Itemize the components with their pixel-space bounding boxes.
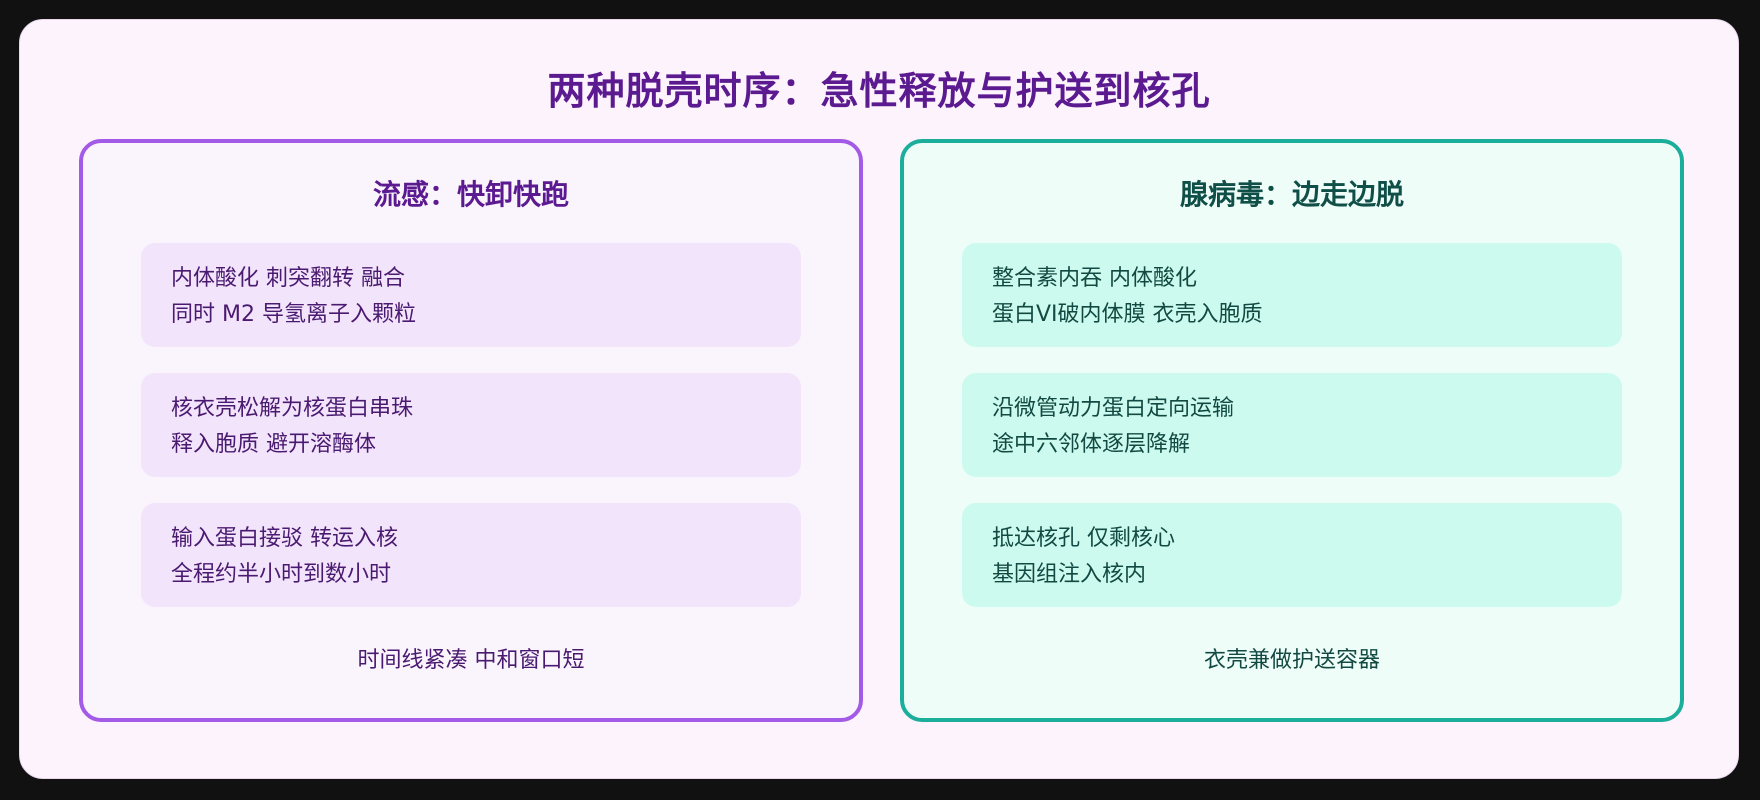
influenza-step-1: 内体酸化 刺突翻转 融合 同时 M2 导氢离子入颗粒 <box>141 243 801 347</box>
step-line: 释入胞质 避开溶酶体 <box>171 432 376 457</box>
step-line: 蛋白VI破内体膜 衣壳入胞质 <box>992 302 1263 327</box>
step-line: 抵达核孔 仅剩核心 <box>992 526 1175 551</box>
step-line: 全程约半小时到数小时 <box>171 562 392 587</box>
panel-title-influenza: 流感：快卸快跑 <box>372 178 569 211</box>
influenza-step-3: 输入蛋白接驳 转运入核 全程约半小时到数小时 <box>141 503 801 607</box>
panel-influenza: 流感：快卸快跑 内体酸化 刺突翻转 融合 同时 M2 导氢离子入颗粒 核衣壳松解… <box>79 139 863 722</box>
panel-adenovirus: 腺病毒：边走边脱 整合素内吞 内体酸化 蛋白VI破内体膜 衣壳入胞质 沿微管动力… <box>900 139 1684 722</box>
adenovirus-step-1: 整合素内吞 内体酸化 蛋白VI破内体膜 衣壳入胞质 <box>962 243 1622 347</box>
influenza-footnote: 时间线紧凑 中和窗口短 <box>357 648 585 673</box>
adenovirus-step-3: 抵达核孔 仅剩核心 基因组注入核内 <box>962 503 1622 607</box>
diagram-card: 两种脱壳时序：急性释放与护送到核孔 流感：快卸快跑 内体酸化 刺突翻转 融合 同… <box>19 19 1739 779</box>
adenovirus-footnote: 衣壳兼做护送容器 <box>1203 648 1380 673</box>
step-line: 内体酸化 刺突翻转 融合 <box>171 266 405 291</box>
step-line: 核衣壳松解为核蛋白串珠 <box>171 396 414 421</box>
step-line: 同时 M2 导氢离子入颗粒 <box>171 302 416 327</box>
step-line: 途中六邻体逐层降解 <box>992 432 1191 457</box>
panel-title-adenovirus: 腺病毒：边走边脱 <box>1179 178 1404 211</box>
influenza-step-2: 核衣壳松解为核蛋白串珠 释入胞质 避开溶酶体 <box>141 373 801 477</box>
step-line: 整合素内吞 内体酸化 <box>992 266 1197 291</box>
step-line: 基因组注入核内 <box>992 562 1147 587</box>
step-line: 沿微管动力蛋白定向运输 <box>992 396 1235 421</box>
adenovirus-step-2: 沿微管动力蛋白定向运输 途中六邻体逐层降解 <box>962 373 1622 477</box>
step-line: 输入蛋白接驳 转运入核 <box>171 526 398 551</box>
diagram-title: 两种脱壳时序：急性释放与护送到核孔 <box>547 69 1211 113</box>
